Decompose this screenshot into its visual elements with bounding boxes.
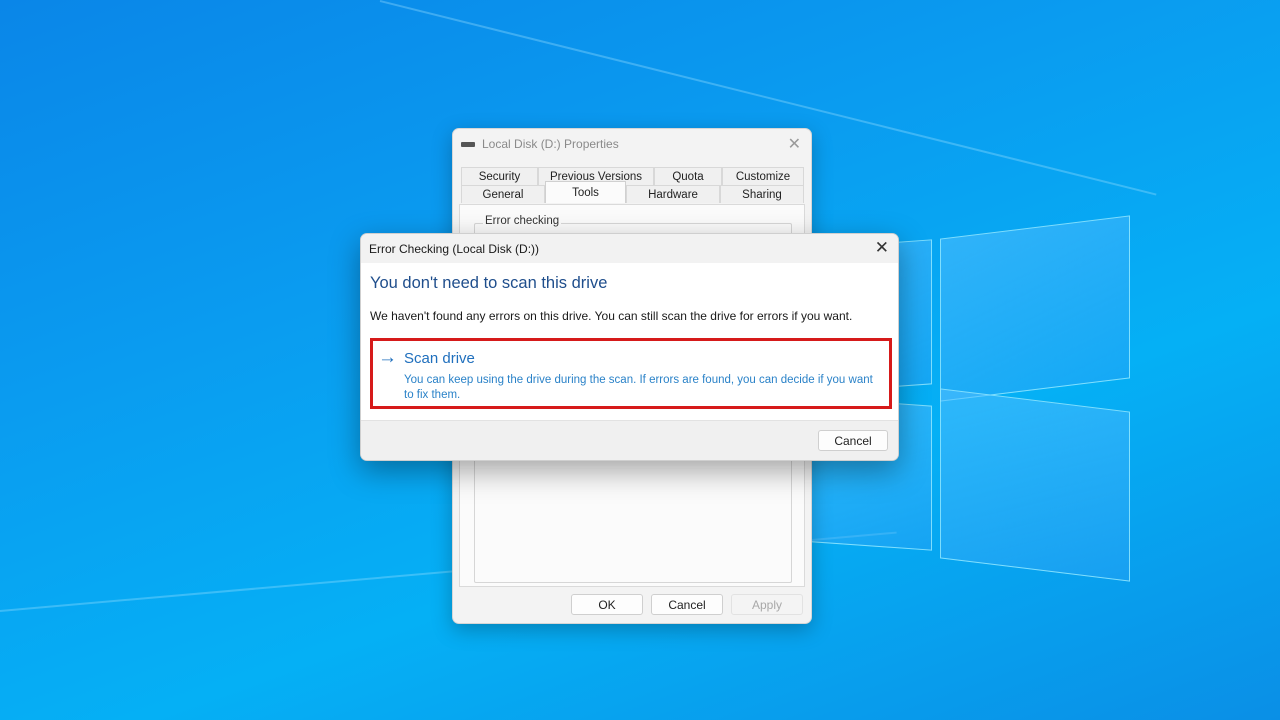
cancel-button[interactable]: Cancel: [651, 594, 723, 615]
scan-drive-description: You can keep using the drive during the …: [404, 374, 873, 401]
scan-drive-option[interactable]: → Scan drive You can keep using the driv…: [370, 338, 892, 409]
error-checking-dialog: Error Checking (Local Disk (D:)) ✕ You d…: [360, 233, 899, 461]
dialog-title: Error Checking (Local Disk (D:)): [369, 241, 540, 256]
dialog-message: We haven't found any errors on this driv…: [370, 309, 853, 323]
apply-button: Apply: [731, 594, 803, 615]
arrow-right-icon: →: [378, 347, 397, 368]
close-icon[interactable]: ✕: [875, 238, 889, 258]
tab-hardware[interactable]: Hardware: [626, 185, 720, 203]
logo-pane: [940, 388, 1130, 582]
properties-titlebar: Local Disk (D:) Properties: [453, 129, 811, 159]
tab-customize[interactable]: Customize: [722, 167, 804, 185]
logo-pane: [940, 215, 1130, 402]
tab-sharing[interactable]: Sharing: [720, 185, 804, 203]
tab-tools[interactable]: Tools: [545, 181, 626, 203]
properties-buttons: OK Cancel Apply: [571, 594, 803, 615]
dialog-cancel-button[interactable]: Cancel: [818, 430, 888, 451]
ok-button[interactable]: OK: [571, 594, 643, 615]
tab-quota[interactable]: Quota: [654, 167, 722, 185]
tab-row-1: Security Previous Versions Quota Customi…: [461, 167, 804, 185]
properties-title: Local Disk (D:) Properties: [482, 137, 619, 151]
tab-general[interactable]: General: [461, 185, 545, 203]
dialog-heading: You don't need to scan this drive: [370, 274, 608, 292]
dialog-titlebar: Error Checking (Local Disk (D:)): [361, 234, 898, 263]
close-icon[interactable]: ✕: [788, 134, 801, 154]
tab-security[interactable]: Security: [461, 167, 538, 185]
scan-drive-label[interactable]: Scan drive: [404, 350, 475, 367]
error-checking-label: Error checking: [483, 215, 562, 227]
drive-icon: [461, 141, 475, 147]
dialog-footer: Cancel: [361, 420, 898, 460]
tab-row-2: General Tools Hardware Sharing: [461, 181, 804, 203]
